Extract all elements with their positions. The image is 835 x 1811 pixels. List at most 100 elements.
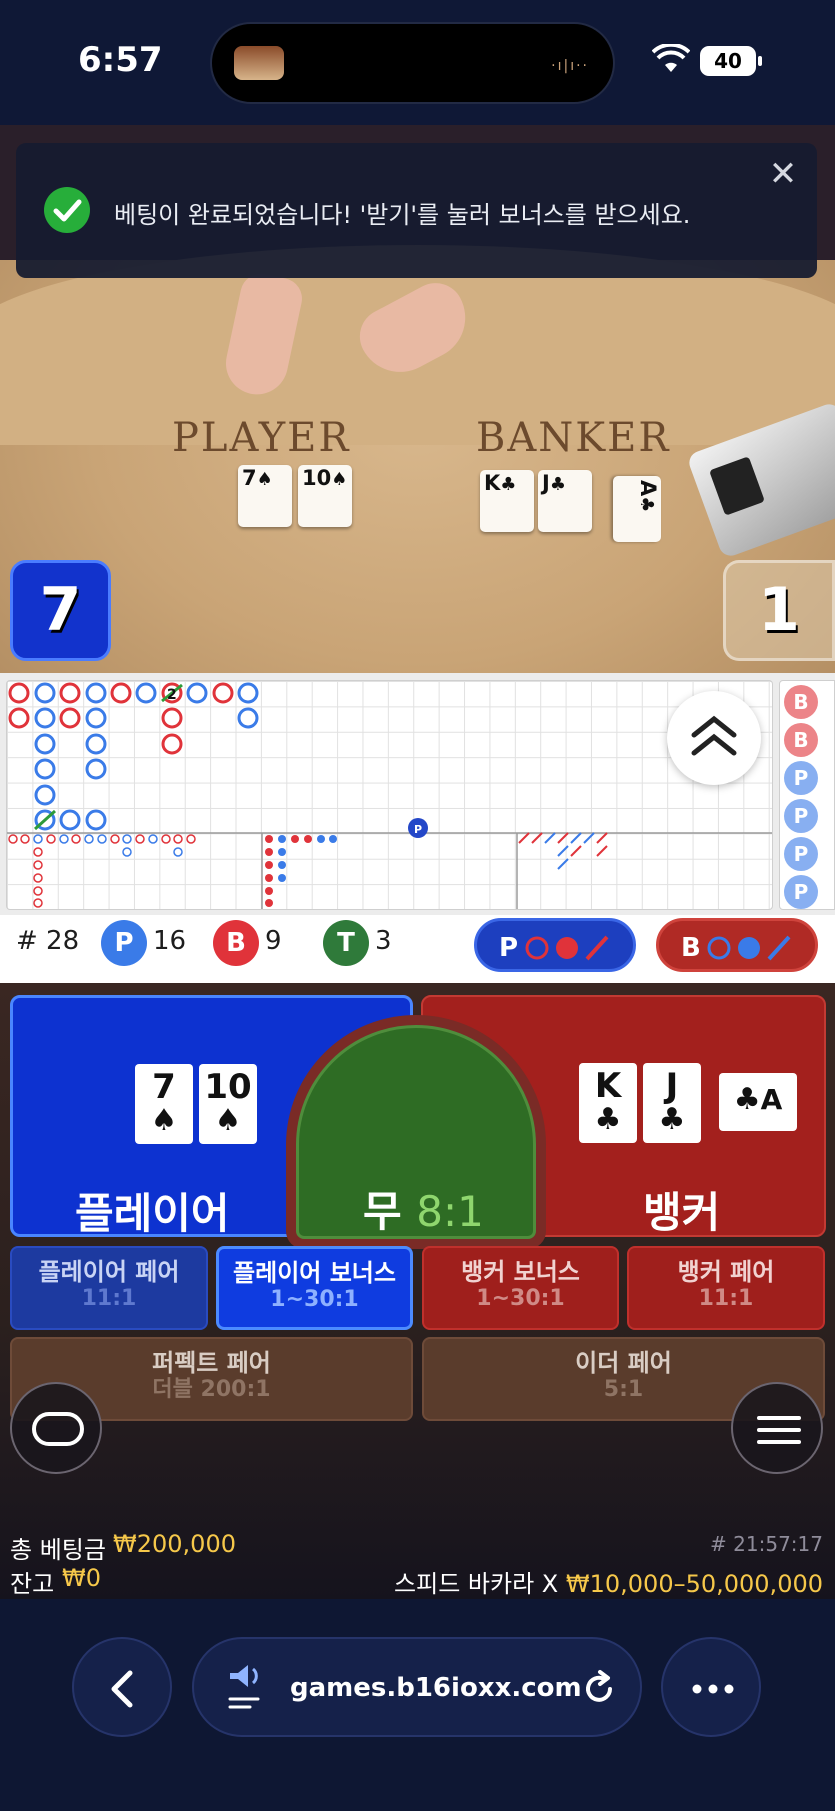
banker-bonus-bet[interactable]: 뱅커 보너스 1~30:1 [422, 1246, 619, 1330]
side-bet-name: 뱅커 보너스 [461, 1258, 580, 1286]
card-rank: K [484, 471, 501, 495]
card-rank: J [665, 1066, 679, 1106]
spade-icon: ♠ [256, 469, 273, 490]
reload-icon[interactable] [576, 1666, 622, 1712]
wifi-icon [652, 44, 690, 72]
tie-bet-label: 무 [363, 1187, 402, 1236]
table-name: 스피드 바카라 X [394, 1570, 559, 1598]
player-score-badge: 7 [10, 560, 111, 661]
total-bet-label: 총 베팅금 [10, 1536, 106, 1564]
side-road-dot: P [784, 837, 818, 871]
check-icon [44, 187, 90, 233]
balance-value: ₩0 [62, 1564, 101, 1592]
banker-card-1: K ♣ [579, 1063, 637, 1143]
close-icon[interactable]: ✕ [763, 155, 803, 195]
spade-icon: ♠ [331, 469, 348, 490]
audio-wave-icon: ·ı|ı·· [551, 58, 589, 74]
table-banker-title: BANKER [476, 415, 671, 461]
player-ask-label: P [499, 933, 519, 963]
toast-message: 베팅이 완료되었습니다! '받기'를 눌러 보너스를 받으세요. [114, 201, 691, 229]
banker-wins-chip: B [213, 920, 259, 966]
speaker-icon [228, 1665, 260, 1709]
banker-bet-label: 뱅커 [643, 1188, 721, 1237]
battery-icon: 40 [700, 46, 762, 76]
card-rank: 10 [204, 1067, 252, 1107]
tie-bet-odds: 8:1 [416, 1187, 484, 1236]
ellipsis-icon [692, 1684, 734, 1694]
side-bet-name: 뱅커 페어 [677, 1258, 775, 1286]
table-banker-card-2: J♣ [538, 470, 592, 532]
address-bar[interactable]: games.b16ioxx.com [192, 1637, 642, 1737]
player-wins-count: 16 [153, 926, 187, 956]
side-road-dot: P [784, 875, 818, 909]
club-icon: ♣ [500, 474, 517, 495]
club-icon: ♣ [594, 1102, 622, 1137]
side-road-dot: B [784, 723, 818, 757]
tie-count: 3 [375, 926, 392, 956]
either-pair-name: 이더 페어 [575, 1349, 672, 1377]
player-card-1: 7 ♠ [135, 1064, 193, 1144]
now-playing-thumbnail [234, 46, 284, 80]
status-time: 6:57 [78, 40, 163, 80]
expand-roadmap-button[interactable] [667, 691, 761, 785]
player-ask-button[interactable]: P [474, 918, 636, 972]
bead-marker: P [414, 823, 422, 836]
table-limits: ₩10,000–50,000,000 [565, 1570, 823, 1598]
table-player-card-2: 10♠ [298, 465, 352, 527]
tie-bet-text: 무 8:1 [363, 1178, 484, 1239]
player-bonus-bet[interactable]: 플레이어 보너스 1~30:1 [216, 1246, 413, 1330]
total-bet-value: ₩200,000 [113, 1530, 236, 1558]
chevron-up-icon [691, 715, 737, 756]
bead-road-strip[interactable]: B B P P P P [779, 680, 835, 910]
side-bet-odds: 11:1 [81, 1286, 137, 1311]
banker-ask-label: B [681, 933, 701, 963]
side-road-dot: B [784, 685, 818, 719]
dynamic-island: ·ı|ı·· [210, 22, 615, 104]
side-bet-name: 플레이어 페어 [38, 1258, 180, 1286]
side-road-dot: P [784, 761, 818, 795]
table-banker-card-3: A♣ [613, 476, 661, 542]
big-road-grid: 2 P [6, 680, 773, 910]
round-count: # 28 [16, 926, 80, 956]
table-info: 스피드 바카라 X ₩10,000–50,000,000 [394, 1564, 823, 1599]
player-wins-chip: P [101, 920, 147, 966]
banker-card-2: J ♣ [643, 1063, 701, 1143]
chevron-left-icon [111, 1670, 133, 1708]
table-player-card-1: 7♠ [238, 465, 292, 527]
side-bet-odds: 1~30:1 [476, 1286, 565, 1311]
url-text: games.b16ioxx.com [290, 1673, 582, 1703]
bet-confirmation-toast: 베팅이 완료되었습니다! '받기'를 눌러 보너스를 받으세요. ✕ [16, 143, 817, 278]
spade-icon: ♠ [214, 1103, 242, 1138]
card-rank: 7 [242, 466, 257, 490]
card-rank: 7 [152, 1067, 176, 1107]
banker-card-3: ♣A [719, 1073, 797, 1131]
perfect-pair-name: 퍼펙트 페어 [152, 1349, 271, 1377]
club-icon: ♣ [636, 496, 657, 513]
player-pair-bet[interactable]: 플레이어 페어 11:1 [10, 1246, 208, 1330]
side-bet-odds: 11:1 [698, 1286, 754, 1311]
card-rank: J [542, 471, 550, 495]
club-icon: ♣ [658, 1102, 686, 1137]
hamburger-menu-icon [757, 1416, 801, 1444]
banker-score-badge: 1 [723, 560, 835, 661]
card-rank: 10 [302, 466, 332, 490]
more-options-button[interactable] [661, 1637, 761, 1737]
spade-icon: ♠ [150, 1103, 178, 1138]
side-bet-name: 플레이어 보너스 [233, 1259, 396, 1287]
menu-button[interactable] [731, 1382, 823, 1474]
club-icon: ♣ [549, 474, 566, 495]
round-id: # 21:57:17 [710, 1532, 823, 1556]
tie-count-chip: T [323, 920, 369, 966]
big-road-marker: 2 [167, 687, 177, 703]
table-player-title: PLAYER [172, 415, 351, 461]
chat-bubble-icon [32, 1412, 84, 1446]
back-button[interactable] [72, 1637, 172, 1737]
chat-button[interactable] [10, 1382, 102, 1474]
table-banker-card-1: K♣ [480, 470, 534, 532]
club-icon: ♣ [733, 1082, 761, 1117]
side-bet-odds: 1~30:1 [270, 1287, 359, 1312]
banker-pair-bet[interactable]: 뱅커 페어 11:1 [627, 1246, 825, 1330]
banker-ask-button[interactable]: B [656, 918, 818, 972]
balance-label: 잔고 [10, 1570, 55, 1598]
card-rank: K [594, 1066, 622, 1106]
